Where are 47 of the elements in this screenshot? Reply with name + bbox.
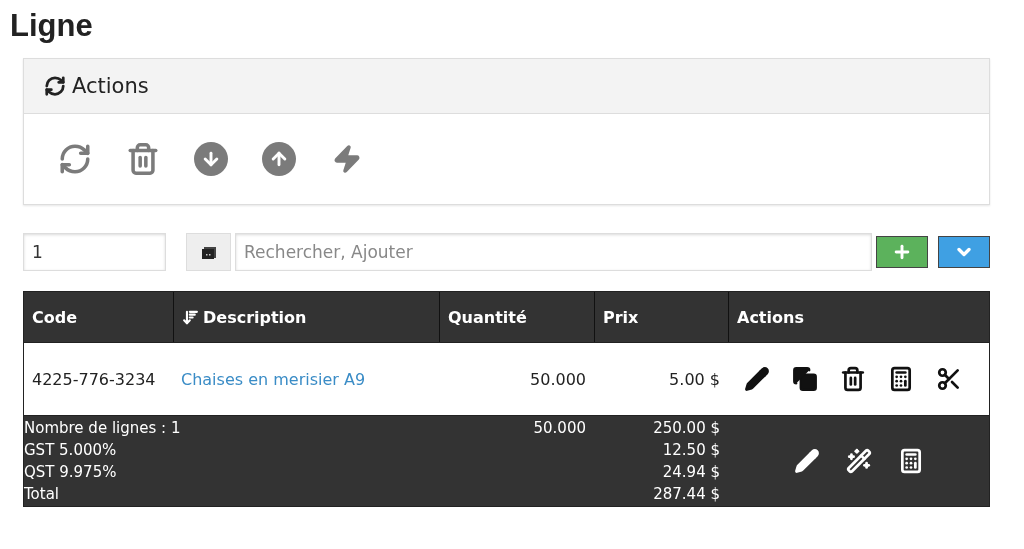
scissors-icon — [936, 366, 962, 392]
magic-wand-icon — [845, 448, 872, 474]
product-addon[interactable] — [186, 233, 231, 271]
code-cell-text: 4225-776-3234 — [31, 369, 157, 389]
footer-action-button[interactable] — [793, 448, 820, 474]
calculator-icon — [888, 366, 914, 392]
summary-label: Total — [24, 484, 60, 505]
quantity-field[interactable]: 1 — [23, 233, 166, 271]
trash-icon — [126, 142, 160, 176]
page-title: Ligne — [10, 8, 94, 44]
boxes-icon — [199, 244, 218, 260]
refresh-icon — [58, 142, 92, 176]
summary-label: GST 5.000% — [24, 440, 117, 461]
summary-amount: 250.00 $ — [653, 418, 720, 439]
quantity-cell-text: 50.000 — [529, 369, 587, 389]
add-button[interactable] — [876, 236, 928, 268]
pencil-icon — [744, 366, 770, 392]
column-header[interactable]: Prix — [603, 307, 639, 327]
copy-icon — [792, 366, 818, 392]
panel-title: Actions — [72, 74, 149, 98]
summary-label: Nombre de lignes : 1 — [24, 418, 181, 439]
summary-amount: 12.50 $ — [662, 440, 720, 461]
column-header[interactable]: Description — [203, 307, 307, 327]
column-header[interactable]: Actions — [737, 307, 804, 327]
download-icon — [194, 142, 228, 176]
summary-amount: 24.94 $ — [662, 462, 720, 483]
dropdown-button[interactable] — [938, 236, 990, 268]
row-action-button[interactable] — [888, 366, 914, 392]
row-action-button[interactable] — [792, 366, 818, 392]
trash-icon — [840, 366, 866, 392]
lightning-icon — [332, 144, 362, 174]
pencil-icon — [793, 448, 820, 474]
row-action-button[interactable] — [840, 366, 866, 392]
plus-icon — [892, 242, 912, 262]
price-cell-text: 5.00 $ — [668, 369, 721, 389]
summary-label: QST 9.975% — [24, 462, 117, 483]
refresh-icon — [44, 75, 66, 97]
description-link[interactable]: Chaises en merisier A9 — [173, 369, 374, 389]
summary-quantity: 50.000 — [533, 418, 586, 439]
summary-amount: 287.44 $ — [653, 484, 720, 505]
footer-action-button[interactable] — [845, 448, 872, 474]
column-header[interactable]: Quantité — [448, 307, 527, 327]
row-action-button[interactable] — [936, 366, 962, 392]
upload-icon — [262, 142, 296, 176]
search-field[interactable]: Rechercher, Ajouter — [235, 233, 872, 271]
row-action-button[interactable] — [744, 366, 770, 392]
column-header[interactable]: Code — [32, 307, 78, 327]
